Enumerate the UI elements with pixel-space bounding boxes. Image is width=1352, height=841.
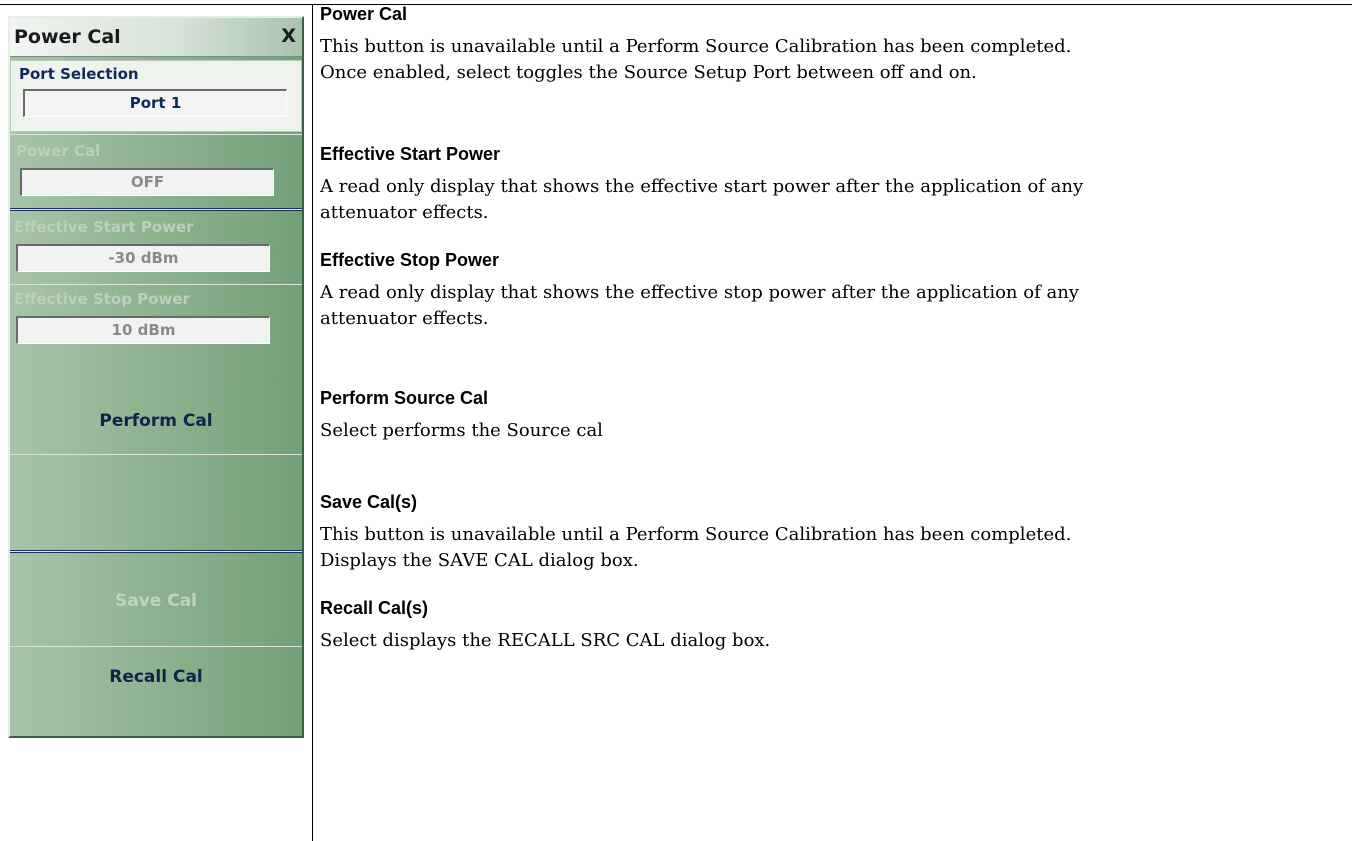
heading-power-cal: Power Cal (320, 4, 408, 24)
paragraph: This button is unavailable until a Perfo… (320, 522, 1345, 574)
port-selection-label: Port Selection (19, 65, 139, 83)
effective-start-power-label: Effective Start Power (14, 218, 194, 236)
power-cal-value: OFF (20, 168, 274, 196)
top-rule (0, 4, 1352, 5)
effective-stop-power-label: Effective Stop Power (14, 290, 190, 308)
paragraph-line: Select performs the Source cal (320, 420, 603, 441)
heading-effective-stop-power: Effective Stop Power (320, 250, 500, 270)
paragraph-line: This button is unavailable until a Perfo… (320, 36, 1072, 57)
paragraph-line: A read only display that shows the effec… (320, 282, 1079, 303)
separator (10, 134, 302, 135)
paragraph: Select performs the Source cal (320, 418, 1345, 444)
paragraph: Select displays the RECALL SRC CAL dialo… (320, 628, 1345, 654)
group-separator (10, 550, 302, 553)
paragraph: A read only display that shows the effec… (320, 174, 1345, 226)
paragraph-line: attenuator effects. (320, 202, 489, 223)
port-selection-value[interactable]: Port 1 (23, 89, 287, 117)
recall-cal-button[interactable]: Recall Cal (10, 646, 302, 708)
group-separator (10, 208, 302, 211)
paragraph: This button is unavailable until a Perfo… (320, 34, 1345, 86)
heading-save-cals: Save Cal(s) (320, 492, 418, 512)
paragraph-line: attenuator effects. (320, 308, 489, 329)
power-cal-menu: Power Cal X Port Selection Port 1 Power … (8, 16, 304, 738)
save-cal-button: Save Cal (114, 591, 198, 611)
paragraph-line: Displays the SAVE CAL dialog box. (320, 550, 639, 571)
heading-perform-source-cal: Perform Source Cal (320, 388, 489, 408)
close-button[interactable]: X (281, 25, 296, 47)
effective-stop-power-field: Effective Stop Power 10 dBm (10, 284, 302, 354)
power-cal-field: Power Cal OFF (10, 136, 302, 208)
menu-title: Power Cal (14, 26, 121, 48)
paragraph-line: A read only display that shows the effec… (320, 176, 1084, 197)
port-selection-field[interactable]: Port Selection Port 1 (10, 60, 302, 132)
heading-effective-start-power: Effective Start Power (320, 144, 501, 164)
column-divider (312, 4, 313, 841)
paragraph-line: Once enabled, select toggles the Source … (320, 62, 977, 83)
heading-recall-cals: Recall Cal(s) (320, 598, 429, 618)
perform-cal-button[interactable]: Perform Cal (10, 390, 302, 452)
effective-start-power-value: -30 dBm (16, 244, 270, 272)
paragraph: A read only display that shows the effec… (320, 280, 1345, 332)
paragraph-line: Select displays the RECALL SRC CAL dialo… (320, 630, 771, 651)
separator (10, 454, 302, 455)
effective-start-power-field: Effective Start Power -30 dBm (10, 212, 302, 282)
menu-header: Power Cal X (10, 18, 302, 57)
paragraph-line: This button is unavailable until a Perfo… (320, 524, 1072, 545)
effective-stop-power-value: 10 dBm (16, 316, 270, 344)
power-cal-label: Power Cal (16, 142, 101, 160)
